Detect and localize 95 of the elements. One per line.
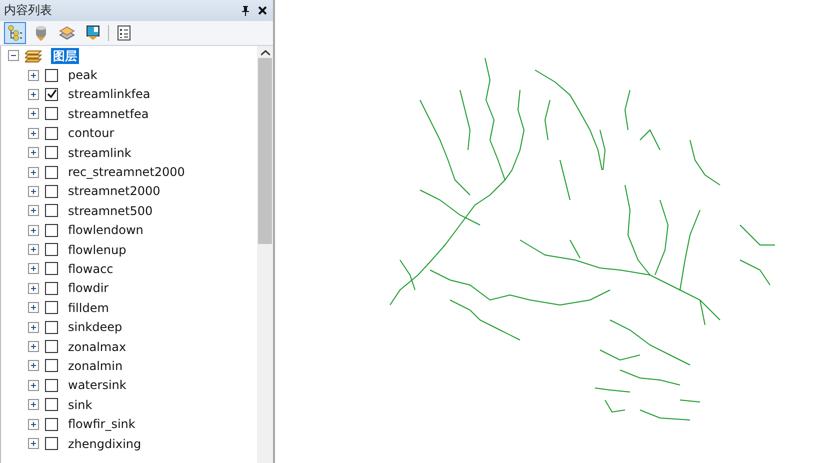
layers-icon bbox=[25, 48, 43, 63]
layer-name[interactable]: flowlenup bbox=[66, 242, 128, 258]
map-selection-icon bbox=[85, 25, 101, 41]
plus-icon bbox=[29, 168, 38, 177]
collapse-toggle[interactable] bbox=[8, 50, 19, 62]
layer-name[interactable]: filldem bbox=[66, 300, 111, 316]
expand-toggle[interactable] bbox=[28, 282, 39, 294]
layer-checkbox[interactable] bbox=[45, 418, 58, 431]
layer-name[interactable]: zonalmax bbox=[66, 338, 128, 355]
list-by-drawing-order-button[interactable] bbox=[4, 22, 26, 44]
expand-toggle[interactable] bbox=[28, 418, 39, 430]
expand-toggle[interactable] bbox=[28, 186, 39, 197]
layer-checkbox[interactable] bbox=[45, 204, 58, 218]
scroll-up-icon[interactable] bbox=[260, 50, 270, 56]
layer-name[interactable]: streamnet2000 bbox=[66, 183, 162, 200]
layer-name[interactable]: zhengdixing bbox=[66, 436, 144, 452]
layer-name[interactable]: flowlendown bbox=[66, 222, 146, 238]
expand-toggle[interactable] bbox=[28, 244, 39, 256]
layer-checkbox[interactable] bbox=[45, 398, 58, 412]
expand-toggle[interactable] bbox=[28, 360, 39, 372]
expand-toggle[interactable] bbox=[28, 108, 39, 120]
plus-icon bbox=[29, 128, 38, 138]
expand-toggle[interactable] bbox=[28, 341, 39, 352]
layer-checkbox[interactable] bbox=[45, 301, 58, 314]
expand-toggle[interactable] bbox=[28, 380, 39, 391]
layer-name[interactable]: streamlink bbox=[66, 144, 134, 161]
plus-icon bbox=[29, 148, 38, 158]
layer-checkbox[interactable] bbox=[45, 243, 58, 256]
layer-name[interactable]: contour bbox=[66, 125, 116, 142]
plus-icon bbox=[29, 322, 38, 332]
database-icon bbox=[34, 25, 48, 41]
layer-checkbox[interactable] bbox=[45, 282, 58, 295]
layer-checkbox[interactable] bbox=[45, 166, 58, 179]
plus-icon bbox=[29, 361, 38, 370]
plus-icon bbox=[29, 420, 38, 429]
layer-name[interactable]: peak bbox=[66, 67, 100, 84]
expand-toggle[interactable] bbox=[28, 263, 39, 274]
layer-checkbox[interactable] bbox=[45, 320, 58, 334]
plus-icon bbox=[29, 284, 38, 293]
layer-checkbox[interactable] bbox=[45, 68, 58, 82]
layer-checkbox[interactable] bbox=[45, 262, 58, 276]
plus-icon bbox=[29, 380, 38, 390]
layer-group-label[interactable]: 图层 bbox=[51, 48, 79, 64]
layer-name[interactable]: streamnet500 bbox=[66, 202, 155, 219]
layer-checkbox[interactable] bbox=[45, 359, 58, 372]
layers-icon bbox=[59, 26, 75, 40]
layer-checkbox[interactable] bbox=[45, 107, 58, 120]
scrollbar-thumb[interactable] bbox=[258, 58, 272, 244]
plus-icon bbox=[29, 400, 38, 410]
layer-checkbox[interactable] bbox=[45, 146, 58, 160]
expand-toggle[interactable] bbox=[28, 147, 39, 158]
layer-checkbox[interactable] bbox=[45, 437, 58, 450]
plus-icon bbox=[29, 264, 38, 274]
plus-icon bbox=[29, 70, 38, 80]
expand-toggle[interactable] bbox=[28, 166, 39, 178]
expand-toggle[interactable] bbox=[28, 302, 39, 314]
layer-tree-icon bbox=[7, 25, 23, 41]
plus-icon bbox=[29, 206, 38, 216]
layer-name[interactable]: watersink bbox=[66, 377, 128, 394]
layer-checkbox[interactable] bbox=[45, 184, 58, 198]
plus-icon bbox=[29, 186, 38, 196]
expand-toggle[interactable] bbox=[28, 438, 39, 449]
list-icon bbox=[117, 25, 131, 41]
layer-checkbox[interactable] bbox=[45, 340, 58, 354]
expand-toggle[interactable] bbox=[28, 128, 39, 139]
plus-icon bbox=[29, 303, 38, 312]
layer-name[interactable]: sink bbox=[66, 396, 94, 413]
layer-name[interactable]: streamlinkfea bbox=[66, 86, 152, 102]
expand-toggle[interactable] bbox=[28, 322, 39, 333]
layer-checkbox[interactable] bbox=[45, 378, 58, 392]
expand-toggle[interactable] bbox=[28, 88, 39, 100]
layer-name[interactable]: flowfir_sink bbox=[66, 416, 138, 432]
plus-icon bbox=[29, 226, 38, 235]
close-icon[interactable] bbox=[258, 6, 267, 15]
plus-icon bbox=[29, 109, 38, 118]
layer-name[interactable]: sinkdeep bbox=[66, 319, 124, 336]
expand-toggle[interactable] bbox=[28, 205, 39, 216]
expand-toggle[interactable] bbox=[28, 70, 39, 81]
panel-title: 内容列表 bbox=[4, 2, 52, 19]
layer-checkbox[interactable] bbox=[45, 88, 58, 101]
plus-icon bbox=[29, 245, 38, 254]
layer-name[interactable]: flowacc bbox=[66, 260, 116, 277]
scrollbar[interactable] bbox=[257, 46, 273, 463]
expand-toggle[interactable] bbox=[28, 399, 39, 410]
layer-name[interactable]: streamnetfea bbox=[66, 106, 151, 122]
expand-toggle[interactable] bbox=[28, 224, 39, 236]
layer-name[interactable]: flowdir bbox=[66, 280, 111, 296]
layer-checkbox[interactable] bbox=[45, 126, 58, 140]
plus-icon bbox=[29, 342, 38, 352]
plus-icon bbox=[29, 439, 38, 448]
layer-checkbox[interactable] bbox=[45, 224, 58, 237]
pin-icon[interactable] bbox=[241, 5, 250, 16]
plus-icon bbox=[29, 90, 38, 99]
layer-name[interactable]: zonalmin bbox=[66, 358, 125, 374]
layer-name[interactable]: rec_streamnet2000 bbox=[66, 164, 187, 180]
